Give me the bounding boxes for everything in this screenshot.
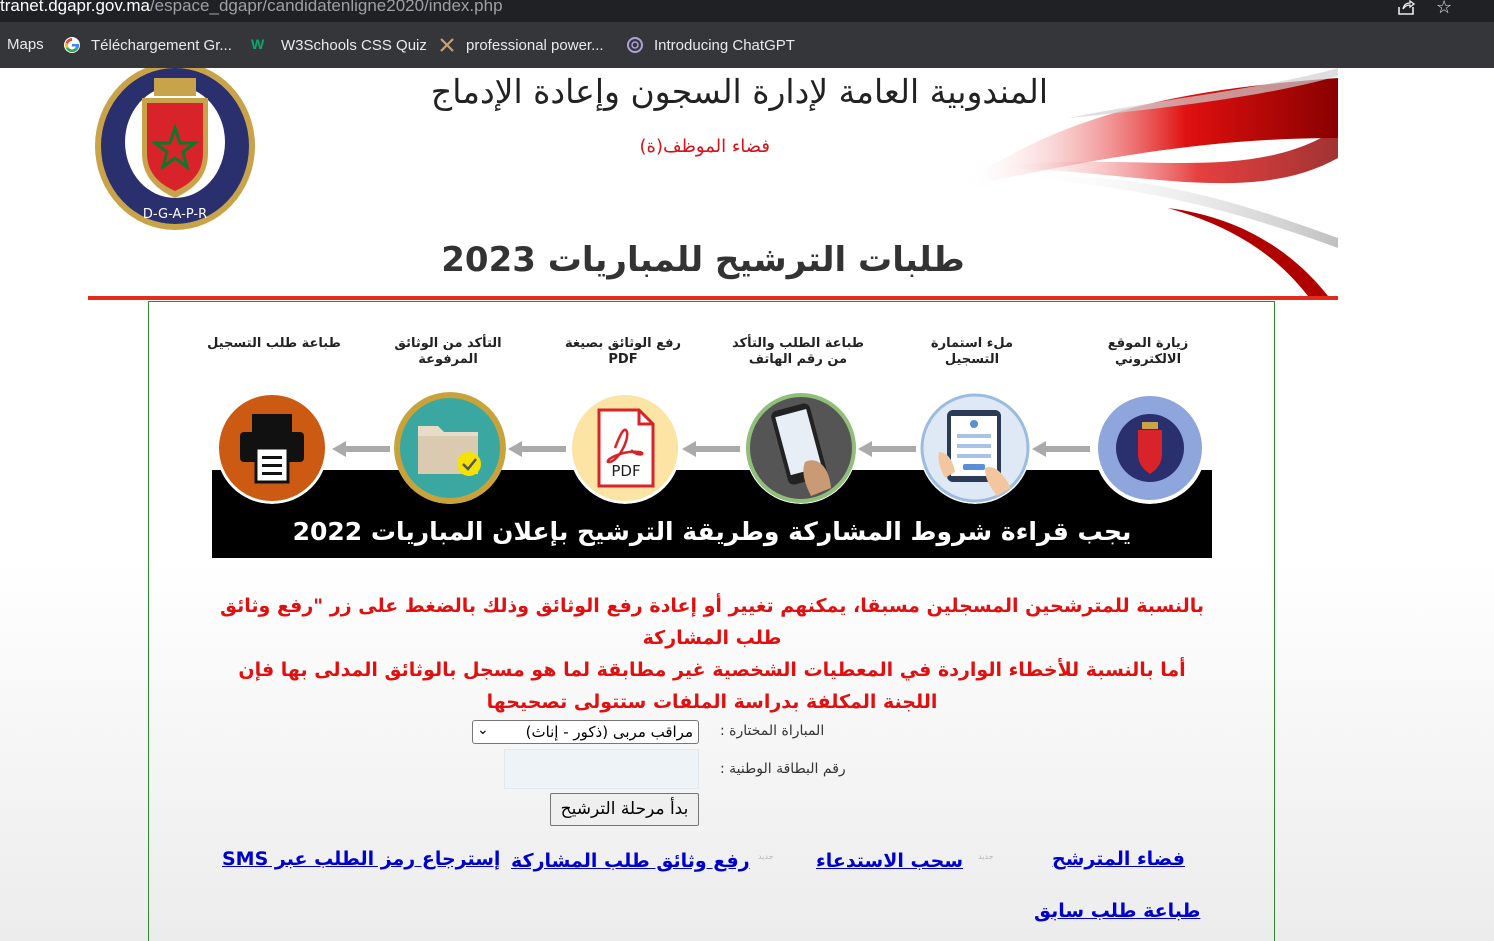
step-label-verify-docs: التأكد من الوثائق المرفوعة (394, 336, 502, 367)
start-application-button[interactable]: بدأ مرحلة الترشيح (550, 793, 699, 826)
print-previous-request-link[interactable]: طباعة طلب سابق (1034, 900, 1200, 922)
cin-label: رقم البطاقة الوطنية : (720, 761, 846, 777)
employee-space-subtitle: فضاء الموظف(ة) (639, 136, 770, 157)
printer-icon (216, 392, 328, 504)
new-badge-icon: جديد (978, 852, 994, 861)
steps-caption: يجب قراءة شروط المشاركة وطريقة الترشيح ب… (292, 517, 1132, 546)
openai-icon (627, 37, 643, 53)
competition-select[interactable]: مراقب مربى (ذكور - إناث) ⌄ (472, 720, 699, 744)
step-label-print-verify: طباعة الطلب والتأكد من رقم الهاتف (732, 336, 864, 367)
step-label-print-registration: طباعة طلب التسجيل (207, 336, 341, 351)
tools-icon (440, 38, 454, 52)
bookmark-maps[interactable]: Maps (7, 36, 44, 53)
logo-text: D-G-A-P-R (143, 207, 207, 222)
dgapr-logo-icon (1094, 392, 1206, 504)
bookmark-star-icon[interactable]: ☆ (1436, 0, 1452, 18)
site-header: D-G-A-P-R المندوبية العامة لإدارة السجون… (88, 68, 1338, 296)
notice-line-2: أما بالنسبة للأخطاء الواردة في المعطيات … (238, 659, 1186, 713)
bookmark-chatgpt[interactable]: Introducing ChatGPT (626, 36, 795, 54)
pdf-icon: PDF (569, 392, 681, 504)
header-divider (88, 296, 1338, 300)
organization-title: المندوبية العامة لإدارة السجون وإعادة ال… (430, 72, 1048, 111)
arrow-left-icon (332, 441, 390, 457)
share-icon[interactable] (1397, 0, 1415, 16)
pdf-text: PDF (611, 462, 640, 480)
arrow-left-icon (858, 441, 916, 457)
w3schools-icon: W (251, 36, 265, 52)
tablet-form-icon (919, 392, 1031, 504)
google-icon (64, 37, 80, 53)
arrow-left-icon (1032, 441, 1090, 457)
window-edge (1467, 0, 1494, 22)
arrow-left-icon (508, 441, 566, 457)
notice-line-1: بالنسبة للمترشحين المسجلين مسبقا، يمكنهم… (219, 595, 1204, 649)
bookmark-label: Maps (7, 36, 44, 53)
new-badge-icon: جديد (758, 852, 774, 861)
recover-code-sms-link[interactable]: إسترجاع رمز الطلب عبر SMS (222, 848, 500, 870)
bookmark-professional[interactable]: professional power... (438, 36, 604, 54)
dgapr-logo: D-G-A-P-R (95, 68, 255, 230)
phone-icon (745, 392, 857, 504)
bookmarks-bar: Maps Téléchargement Gr... W W3Schools CS… (0, 22, 1494, 68)
step-label-upload-pdf: رفع الوثائق بصيغة PDF (565, 336, 681, 367)
bookmark-label: professional power... (466, 36, 604, 54)
page-title: طلبات الترشيح للمباريات 2023 (441, 240, 965, 280)
download-convocation-link[interactable]: سحب الاستدعاء (816, 850, 963, 872)
upload-documents-link[interactable]: رفع وثائق طلب المشاركة (511, 850, 750, 872)
url-text[interactable]: tranet.dgapr.gov.ma/espace_dgapr/candida… (0, 0, 503, 16)
address-bar[interactable]: tranet.dgapr.gov.ma/espace_dgapr/candida… (0, 0, 1494, 22)
folder-check-icon (394, 392, 506, 504)
step-label-visit: زيارة الموقع الالكتروني (1107, 336, 1189, 367)
steps-infographic: يجب قراءة شروط المشاركة وطريقة الترشيح ب… (207, 336, 1212, 558)
bookmark-label: W3Schools CSS Quiz (281, 36, 427, 54)
bookmark-label: Téléchargement Gr... (91, 36, 232, 54)
bookmark-telechargement[interactable]: Téléchargement Gr... (63, 36, 232, 54)
cin-input[interactable] (504, 749, 699, 789)
candidate-space-link[interactable]: فضاء المترشح (1052, 848, 1185, 870)
competition-label: المباراة المختارة : (720, 723, 825, 739)
step-label-fill-form: ملء استمارة التسجيل (930, 336, 1014, 367)
chevron-down-icon: ⌄ (477, 722, 489, 738)
arrow-left-icon (682, 441, 740, 457)
notice-text: بالنسبة للمترشحين المسجلين مسبقا، يمكنهم… (212, 590, 1212, 718)
bookmark-label: Introducing ChatGPT (654, 36, 795, 54)
bookmark-w3schools[interactable]: W W3Schools CSS Quiz (251, 36, 427, 54)
competition-select-value: مراقب مربى (ذكور - إناث) (525, 723, 693, 741)
